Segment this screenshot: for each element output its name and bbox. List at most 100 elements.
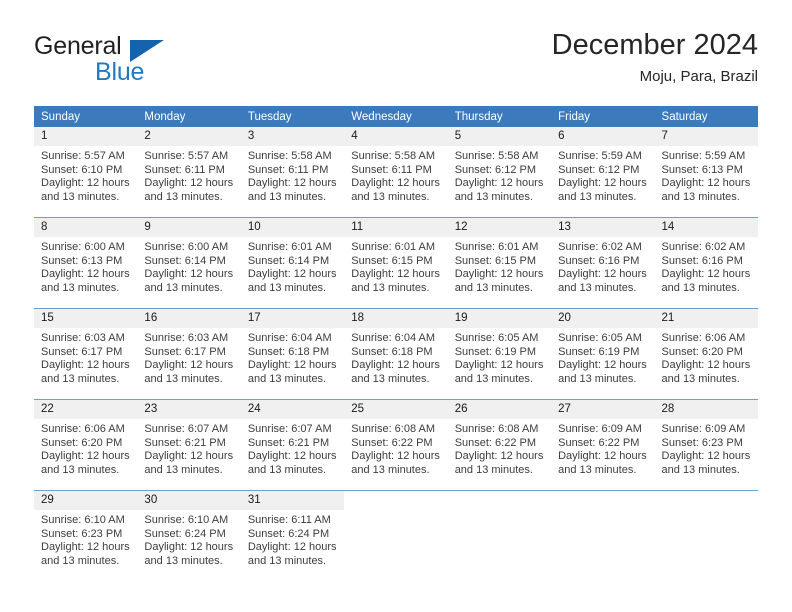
calendar-day-cell-empty <box>344 490 448 581</box>
calendar-day-cell[interactable]: 17 Sunrise: 6:04 AM Sunset: 6:18 PM Dayligh… <box>240 308 345 400</box>
day-cell-inner: 13 Sunrise: 6:02 AM Sunset: 6:16 PM Dayligh… <box>551 218 655 308</box>
logo-text-general: General <box>34 32 122 60</box>
sunset-text: Sunset: 6:16 PM <box>558 254 640 267</box>
day-details: Sunrise: 6:02 AM Sunset: 6:16 PM Daylight:… <box>551 237 654 295</box>
sunset-text: Sunset: 6:21 PM <box>247 436 330 449</box>
calendar-day-cell[interactable]: 12 Sunrise: 6:01 AM Sunset: 6:15 PM Dayligh… <box>447 217 552 309</box>
calendar-day-cell[interactable]: 10 Sunrise: 6:01 AM Sunset: 6:14 PM Dayligh… <box>240 217 345 309</box>
daylight-text-line2: and 13 minutes. <box>247 190 327 203</box>
calendar-day-cell-empty <box>654 490 758 581</box>
day-details: Sunrise: 5:58 AM Sunset: 6:12 PM Daylight:… <box>448 146 551 204</box>
day-number <box>344 491 447 510</box>
page-subtitle: Moju, Para, Brazil <box>639 68 758 85</box>
calendar-day-cell[interactable]: 4 Sunrise: 5:58 AM Sunset: 6:11 PM Daylight… <box>344 127 448 218</box>
calendar-grid: Sunday Monday Tuesday Wednesday Thursday… <box>34 106 758 581</box>
sunset-text: Sunset: 6:24 PM <box>247 527 330 540</box>
logo-text-blue: Blue <box>95 58 145 86</box>
daylight-text-line2: and 13 minutes. <box>454 463 533 476</box>
sunset-text: Sunset: 6:14 PM <box>144 254 226 267</box>
daylight-text-line1: Daylight: 12 hours <box>41 359 130 372</box>
day-details: Sunrise: 6:00 AM Sunset: 6:13 PM Daylight:… <box>34 237 137 295</box>
day-details: Sunrise: 6:03 AM Sunset: 6:17 PM Daylight:… <box>137 328 240 386</box>
day-number: 17 <box>240 309 345 328</box>
calendar-day-cell[interactable]: 18 Sunrise: 6:04 AM Sunset: 6:18 PM Dayligh… <box>344 308 448 400</box>
calendar-day-cell[interactable]: 1 Sunrise: 5:57 AM Sunset: 6:10 PM Daylight… <box>34 127 138 218</box>
sunrise-text: Sunrise: 6:10 AM <box>41 514 125 526</box>
sunrise-text: Sunrise: 6:10 AM <box>144 514 229 526</box>
daylight-text-line2: and 13 minutes. <box>41 463 120 476</box>
calendar-day-cell[interactable]: 21 Sunrise: 6:06 AM Sunset: 6:20 PM Dayligh… <box>654 308 758 400</box>
day-details: Sunrise: 6:04 AM Sunset: 6:18 PM Daylight:… <box>344 328 447 386</box>
daylight-text-line2: and 13 minutes. <box>247 463 327 476</box>
calendar-day-cell[interactable]: 30 Sunrise: 6:10 AM Sunset: 6:24 PM Dayligh… <box>137 490 241 581</box>
calendar-day-cell[interactable]: 14 Sunrise: 6:02 AM Sunset: 6:16 PM Dayligh… <box>654 217 758 309</box>
calendar-day-cell[interactable]: 27 Sunrise: 6:09 AM Sunset: 6:22 PM Dayligh… <box>551 399 655 491</box>
day-cell-inner: 18 Sunrise: 6:04 AM Sunset: 6:18 PM Dayligh… <box>344 309 448 399</box>
calendar-day-cell[interactable]: 23 Sunrise: 6:07 AM Sunset: 6:21 PM Dayligh… <box>137 399 241 491</box>
calendar-day-cell[interactable]: 7 Sunrise: 5:59 AM Sunset: 6:13 PM Daylight… <box>654 127 758 218</box>
day-details: Sunrise: 6:11 AM Sunset: 6:24 PM Daylight:… <box>241 510 344 568</box>
sunrise-text: Sunrise: 6:01 AM <box>247 241 332 253</box>
day-cell-inner: 9 Sunrise: 6:00 AM Sunset: 6:14 PM Daylight… <box>137 218 241 308</box>
sunrise-text: Sunrise: 6:02 AM <box>558 241 642 253</box>
calendar-week-row: 1 Sunrise: 5:57 AM Sunset: 6:10 PM Daylight… <box>34 127 758 218</box>
calendar-day-cell[interactable]: 2 Sunrise: 5:57 AM Sunset: 6:11 PM Daylight… <box>137 127 241 218</box>
calendar-day-cell[interactable]: 13 Sunrise: 6:02 AM Sunset: 6:16 PM Dayligh… <box>551 217 655 309</box>
calendar-day-cell[interactable]: 3 Sunrise: 5:58 AM Sunset: 6:11 PM Daylight… <box>240 127 345 218</box>
day-number: 16 <box>137 309 241 328</box>
calendar-day-cell[interactable]: 24 Sunrise: 6:07 AM Sunset: 6:21 PM Dayligh… <box>240 399 345 491</box>
sunrise-text: Sunrise: 5:57 AM <box>41 150 125 162</box>
day-cell-inner <box>448 491 551 581</box>
daylight-text-line2: and 13 minutes. <box>41 372 120 385</box>
calendar-day-cell[interactable]: 16 Sunrise: 6:03 AM Sunset: 6:17 PM Dayligh… <box>137 308 241 400</box>
day-number: 3 <box>240 127 345 146</box>
calendar-body: 1 Sunrise: 5:57 AM Sunset: 6:10 PM Daylight… <box>34 127 758 581</box>
calendar-day-cell[interactable]: 29 Sunrise: 6:10 AM Sunset: 6:23 PM Dayligh… <box>34 490 138 581</box>
daylight-text-line1: Daylight: 12 hours <box>41 541 130 554</box>
calendar-day-cell[interactable]: 31 Sunrise: 6:11 AM Sunset: 6:24 PM Dayligh… <box>240 490 345 581</box>
calendar-day-cell[interactable]: 20 Sunrise: 6:05 AM Sunset: 6:19 PM Dayligh… <box>551 308 655 400</box>
day-details: Sunrise: 6:07 AM Sunset: 6:21 PM Daylight:… <box>241 419 344 477</box>
weekday-header-saturday: Saturday <box>654 106 758 127</box>
calendar-day-cell[interactable]: 9 Sunrise: 6:00 AM Sunset: 6:14 PM Daylight… <box>137 217 241 309</box>
daylight-text-line2: and 13 minutes. <box>351 190 430 203</box>
weekday-header-wednesday: Wednesday <box>344 106 448 127</box>
calendar-day-cell[interactable]: 6 Sunrise: 5:59 AM Sunset: 6:12 PM Daylight… <box>551 127 655 218</box>
day-number: 19 <box>447 309 552 328</box>
calendar-day-cell[interactable]: 28 Sunrise: 6:09 AM Sunset: 6:23 PM Dayligh… <box>654 399 758 491</box>
daylight-text-line1: Daylight: 12 hours <box>558 177 647 190</box>
day-details: Sunrise: 6:02 AM Sunset: 6:16 PM Daylight:… <box>655 237 758 295</box>
day-details: Sunrise: 6:06 AM Sunset: 6:20 PM Daylight:… <box>34 419 137 477</box>
day-number: 25 <box>344 400 448 419</box>
day-number: 8 <box>34 218 138 237</box>
day-cell-inner: 4 Sunrise: 5:58 AM Sunset: 6:11 PM Daylight… <box>344 127 448 217</box>
daylight-text-line2: and 13 minutes. <box>144 372 223 385</box>
day-number: 26 <box>447 400 552 419</box>
daylight-text-line2: and 13 minutes. <box>144 554 223 567</box>
daylight-text-line1: Daylight: 12 hours <box>454 359 544 372</box>
general-blue-logo[interactable]: General Blue <box>34 32 274 92</box>
day-number: 11 <box>344 218 448 237</box>
calendar-day-cell[interactable]: 5 Sunrise: 5:58 AM Sunset: 6:12 PM Daylight… <box>447 127 552 218</box>
daylight-text-line1: Daylight: 12 hours <box>247 450 337 463</box>
sunrise-text: Sunrise: 5:59 AM <box>558 150 642 162</box>
day-number: 27 <box>551 400 655 419</box>
calendar-day-cell[interactable]: 22 Sunrise: 6:06 AM Sunset: 6:20 PM Dayligh… <box>34 399 138 491</box>
weekday-header-row: Sunday Monday Tuesday Wednesday Thursday… <box>34 106 758 127</box>
day-cell-inner: 28 Sunrise: 6:09 AM Sunset: 6:23 PM Dayligh… <box>654 400 758 490</box>
daylight-text-line2: and 13 minutes. <box>144 463 223 476</box>
sunset-text: Sunset: 6:19 PM <box>558 345 640 358</box>
day-details: Sunrise: 6:10 AM Sunset: 6:23 PM Daylight:… <box>34 510 137 568</box>
calendar-day-cell[interactable]: 25 Sunrise: 6:08 AM Sunset: 6:22 PM Dayligh… <box>344 399 448 491</box>
sunrise-text: Sunrise: 6:09 AM <box>661 423 746 435</box>
calendar-day-cell[interactable]: 26 Sunrise: 6:08 AM Sunset: 6:22 PM Dayligh… <box>447 399 552 491</box>
day-cell-inner: 15 Sunrise: 6:03 AM Sunset: 6:17 PM Dayligh… <box>34 309 138 399</box>
day-details: Sunrise: 6:10 AM Sunset: 6:24 PM Daylight:… <box>137 510 240 568</box>
calendar-day-cell[interactable]: 11 Sunrise: 6:01 AM Sunset: 6:15 PM Dayligh… <box>344 217 448 309</box>
calendar-day-cell[interactable]: 19 Sunrise: 6:05 AM Sunset: 6:19 PM Dayligh… <box>447 308 552 400</box>
calendar-day-cell[interactable]: 8 Sunrise: 6:00 AM Sunset: 6:13 PM Daylight… <box>34 217 138 309</box>
day-details: Sunrise: 6:09 AM Sunset: 6:23 PM Daylight:… <box>655 419 758 477</box>
day-number <box>655 491 758 510</box>
weekday-header-friday: Friday <box>551 106 655 127</box>
calendar-day-cell[interactable]: 15 Sunrise: 6:03 AM Sunset: 6:17 PM Dayligh… <box>34 308 138 400</box>
